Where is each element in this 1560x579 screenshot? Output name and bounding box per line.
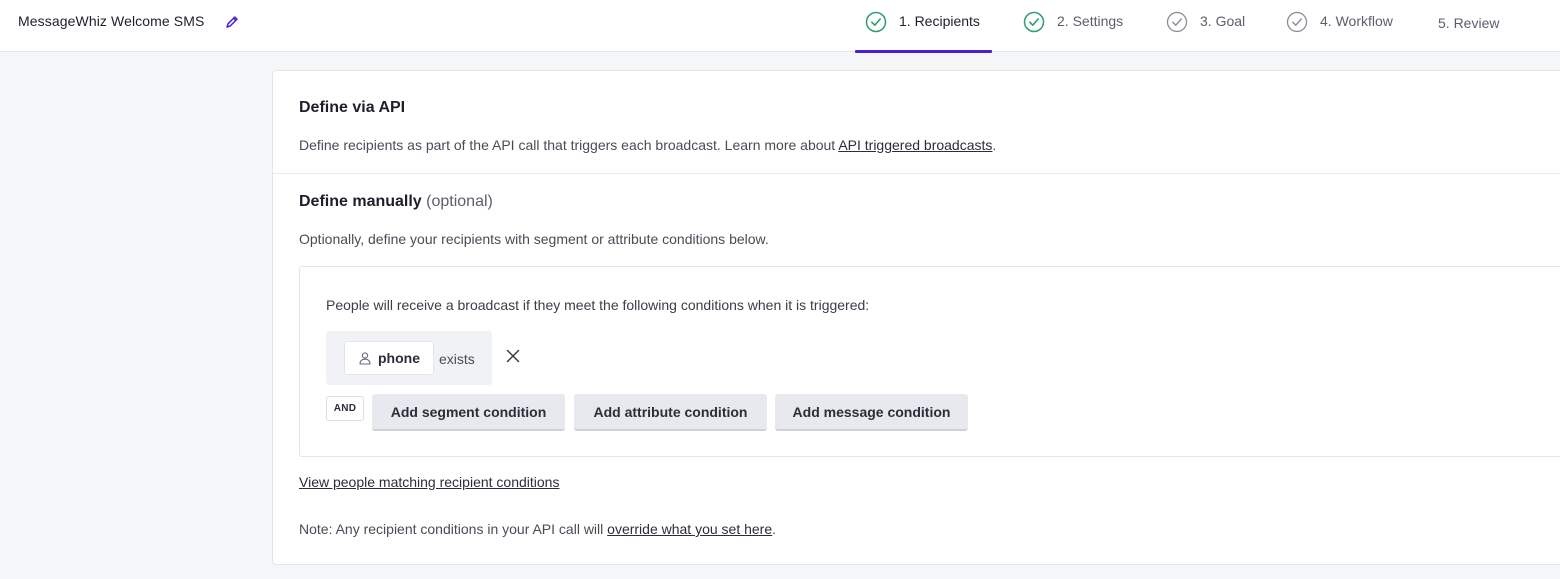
manual-title-text: Define manually bbox=[299, 193, 422, 210]
conditions-intro: People will receive a broadcast if they … bbox=[326, 297, 870, 313]
view-matching-people-link[interactable]: View people matching recipient condition… bbox=[299, 474, 559, 490]
api-description-suffix: . bbox=[992, 137, 997, 153]
step-label: 3. Goal bbox=[1200, 13, 1246, 29]
api-section-title: Define via API bbox=[299, 99, 406, 116]
close-icon[interactable] bbox=[504, 347, 522, 365]
check-circle-icon bbox=[1166, 11, 1188, 33]
api-section: Define via API Define recipients as part… bbox=[273, 71, 1560, 174]
attribute-name: phone bbox=[378, 350, 420, 366]
conditions-box: People will receive a broadcast if they … bbox=[299, 266, 1560, 457]
add-attribute-condition-button[interactable]: Add attribute condition bbox=[574, 394, 767, 431]
manual-section-description: Optionally, define your recipients with … bbox=[299, 231, 769, 247]
step-label: 2. Settings bbox=[1057, 13, 1124, 29]
step-label: 5. Review bbox=[1438, 15, 1500, 31]
check-circle-icon bbox=[865, 11, 887, 33]
condition-operator: exists bbox=[439, 351, 475, 367]
override-link[interactable]: override what you set here bbox=[607, 521, 772, 537]
tab-goal[interactable]: 3. Goal bbox=[1166, 0, 1245, 52]
step-label: 1. Recipients bbox=[899, 13, 980, 29]
note-suffix: . bbox=[772, 521, 777, 537]
note-text: Note: Any recipient conditions in your A… bbox=[299, 521, 608, 537]
tab-recipients[interactable]: 1. Recipients bbox=[855, 0, 992, 53]
api-description-text: Define recipients as part of the API cal… bbox=[299, 137, 839, 153]
api-triggered-broadcasts-link[interactable]: API triggered broadcasts bbox=[838, 137, 992, 153]
api-override-note: Note: Any recipient conditions in your A… bbox=[299, 521, 776, 537]
condition-row: phone exists bbox=[326, 331, 492, 385]
check-circle-icon bbox=[1286, 11, 1308, 33]
check-circle-icon bbox=[1023, 11, 1045, 33]
top-bar: MessageWhiz Welcome SMS 1. Recipients 2.… bbox=[0, 0, 1560, 53]
step-label: 4. Workflow bbox=[1320, 13, 1393, 29]
recipients-card: Define via API Define recipients as part… bbox=[272, 70, 1560, 565]
step-navigation: 1. Recipients 2. Settings 3. Goal 4. Wor… bbox=[0, 0, 1560, 53]
tab-review[interactable]: 5. Review bbox=[1438, 0, 1499, 52]
tab-workflow[interactable]: 4. Workflow bbox=[1286, 0, 1393, 52]
api-section-description: Define recipients as part of the API cal… bbox=[299, 137, 996, 153]
and-badge: AND bbox=[326, 396, 364, 421]
tab-settings[interactable]: 2. Settings bbox=[1023, 0, 1123, 52]
add-segment-condition-button[interactable]: Add segment condition bbox=[372, 394, 565, 431]
attribute-chip[interactable]: phone bbox=[344, 341, 434, 375]
manual-section-title: Define manually (optional) bbox=[299, 193, 493, 211]
optional-label: (optional) bbox=[426, 193, 493, 210]
add-message-condition-button[interactable]: Add message condition bbox=[775, 394, 968, 431]
person-icon bbox=[359, 352, 371, 365]
